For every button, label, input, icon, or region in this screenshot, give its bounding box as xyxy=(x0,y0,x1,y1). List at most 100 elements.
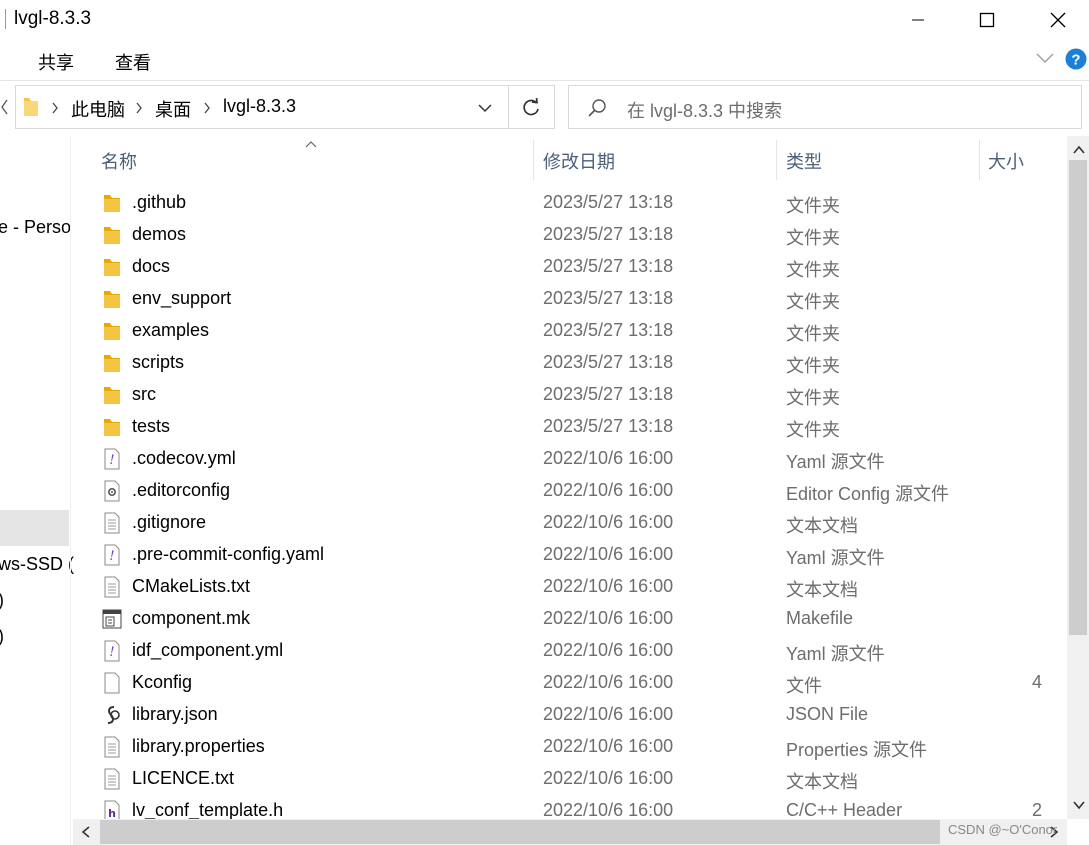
folder-icon xyxy=(102,416,122,438)
svg-text:!: ! xyxy=(109,645,114,660)
search-input[interactable]: 在 lvgl-8.3.3 中搜索 xyxy=(627,97,782,123)
tab-share[interactable]: 共享 xyxy=(38,49,74,75)
file-date-modified: 2022/10/6 16:00 xyxy=(543,640,674,660)
horizontal-scroll-thumb[interactable] xyxy=(100,820,940,844)
nav-item-onedrive[interactable]: e - Perso xyxy=(0,217,71,238)
file-list[interactable]: 名称 修改日期 类型 大小 .github 2023/5/27 13:18 文件夹 d… xyxy=(72,136,1067,819)
file-row[interactable]: Kconfig 2022/10/6 16:00 文件 4 xyxy=(72,667,1067,699)
nav-divider xyxy=(70,136,71,845)
file-row[interactable]: h lv_conf_template.h 2022/10/6 16:00 C/C++ … xyxy=(72,795,1067,819)
refresh-button[interactable] xyxy=(520,97,542,124)
file-date-modified: 2022/10/6 16:00 xyxy=(543,544,674,564)
file-row[interactable]: scripts 2023/5/27 13:18 文件夹 xyxy=(72,347,1067,379)
file-date-modified: 2023/5/27 13:18 xyxy=(543,224,674,244)
minimize-icon xyxy=(912,19,924,21)
scroll-up-arrow[interactable] xyxy=(1072,143,1086,161)
scroll-down-arrow[interactable] xyxy=(1072,798,1086,816)
watermark: CSDN @~O'Conor xyxy=(948,822,1058,837)
file-row[interactable]: .gitignore 2022/10/6 16:00 文本文档 xyxy=(72,507,1067,539)
file-type: 文件夹 xyxy=(786,356,840,376)
file-row[interactable]: ! idf_component.yml 2022/10/6 16:00 Yaml 源文… xyxy=(72,635,1067,667)
nav-item-drive-ssd[interactable]: ws-SSD ( xyxy=(0,554,74,575)
breadcrumb-desktop[interactable]: 桌面 xyxy=(155,96,191,122)
chevron-down-icon xyxy=(478,104,492,113)
file-row[interactable]: component.mk 2022/10/6 16:00 Makefile xyxy=(72,603,1067,635)
file-name: .codecov.yml xyxy=(132,448,236,468)
folder-icon xyxy=(102,384,122,406)
file-date-modified: 2022/10/6 16:00 xyxy=(543,768,674,788)
scroll-left-arrow[interactable] xyxy=(80,825,92,844)
column-divider[interactable] xyxy=(533,140,534,180)
file-name: src xyxy=(132,384,156,404)
file-type: C/C++ Header xyxy=(786,800,903,819)
file-date-modified: 2022/10/6 16:00 xyxy=(543,480,674,500)
file-row[interactable]: library.properties 2022/10/6 16:00 Propert… xyxy=(72,731,1067,763)
file-row[interactable]: .editorconfig 2022/10/6 16:00 Editor Confi… xyxy=(72,475,1067,507)
folder-icon xyxy=(102,288,122,310)
file-name: .github xyxy=(132,192,187,212)
tab-view[interactable]: 查看 xyxy=(115,49,151,75)
file-row[interactable]: ! .codecov.yml 2022/10/6 16:00 Yaml 源文件 xyxy=(72,443,1067,475)
file-name: Kconfig xyxy=(132,672,193,692)
file-name: .gitignore xyxy=(132,512,207,532)
yaml-file-icon: ! xyxy=(102,448,122,470)
column-divider[interactable] xyxy=(776,140,777,180)
file-name: env_support xyxy=(132,288,232,308)
file-name: library.json xyxy=(132,704,218,724)
file-type: 文件夹 xyxy=(786,420,840,440)
back-chevron[interactable] xyxy=(0,92,10,127)
file-date-modified: 2022/10/6 16:00 xyxy=(543,672,674,692)
minimize-button[interactable] xyxy=(895,0,941,40)
file-row[interactable]: demos 2023/5/27 13:18 文件夹 xyxy=(72,219,1067,251)
column-divider[interactable] xyxy=(979,140,980,180)
file-row[interactable]: library.json 2022/10/6 16:00 JSON File xyxy=(72,699,1067,731)
chevron-right-icon[interactable] xyxy=(50,100,60,121)
file-date-modified: 2022/10/6 16:00 xyxy=(543,512,674,532)
column-header-date[interactable]: 修改日期 xyxy=(543,148,615,174)
chevron-right-icon[interactable] xyxy=(202,100,212,121)
file-row[interactable]: CMakeLists.txt 2022/10/6 16:00 文本文档 xyxy=(72,571,1067,603)
breadcrumb-current-folder[interactable]: lvgl-8.3.3 xyxy=(223,96,296,117)
help-button[interactable]: ? xyxy=(1065,48,1087,75)
folder-icon xyxy=(102,352,122,374)
file-date-modified: 2022/10/6 16:00 xyxy=(543,800,674,819)
folder-icon xyxy=(102,192,122,214)
file-row[interactable]: src 2023/5/27 13:18 文件夹 xyxy=(72,379,1067,411)
header-file-icon: h xyxy=(102,800,122,819)
svg-text:!: ! xyxy=(109,549,114,564)
chevron-right-icon[interactable] xyxy=(134,100,144,121)
chevron-up-icon xyxy=(1073,145,1085,154)
file-name: CMakeLists.txt xyxy=(132,576,251,596)
ribbon-expand-button[interactable] xyxy=(1035,51,1055,70)
file-row[interactable]: ! .pre-commit-config.yaml 2022/10/6 16:00 Y… xyxy=(72,539,1067,571)
file-row[interactable]: LICENCE.txt 2022/10/6 16:00 文本文档 xyxy=(72,763,1067,795)
close-icon xyxy=(1050,12,1066,28)
maximize-button[interactable] xyxy=(964,0,1010,40)
help-icon: ? xyxy=(1065,48,1087,70)
file-row[interactable]: tests 2023/5/27 13:18 文件夹 xyxy=(72,411,1067,443)
svg-text:?: ? xyxy=(1071,52,1080,69)
nav-selected-item[interactable] xyxy=(0,510,69,546)
folder-icon xyxy=(102,320,122,342)
vertical-scroll-thumb[interactable] xyxy=(1069,160,1087,635)
column-header-type[interactable]: 类型 xyxy=(786,148,822,174)
sort-ascending-icon xyxy=(304,136,318,154)
close-button[interactable] xyxy=(1035,0,1081,40)
nav-item-drive-2[interactable]: ) xyxy=(0,590,4,611)
file-row[interactable]: env_support 2023/5/27 13:18 文件夹 xyxy=(72,283,1067,315)
file-row[interactable]: .github 2023/5/27 13:18 文件夹 xyxy=(72,187,1067,219)
maximize-icon xyxy=(979,12,995,28)
file-date-modified: 2023/5/27 13:18 xyxy=(543,384,674,404)
refresh-icon xyxy=(523,97,539,116)
file-type: Editor Config 源文件 xyxy=(786,484,950,504)
file-row[interactable]: docs 2023/5/27 13:18 文件夹 xyxy=(72,251,1067,283)
address-dropdown-button[interactable] xyxy=(476,100,494,121)
file-row[interactable]: examples 2023/5/27 13:18 文件夹 xyxy=(72,315,1067,347)
file-size: 4 xyxy=(1032,672,1043,692)
svg-text:h: h xyxy=(108,807,116,819)
column-header-size[interactable]: 大小 xyxy=(988,148,1024,174)
file-name: examples xyxy=(132,320,210,340)
column-header-name[interactable]: 名称 xyxy=(101,148,137,174)
nav-item-drive-3[interactable]: ) xyxy=(0,626,4,647)
breadcrumb-this-pc[interactable]: 此电脑 xyxy=(71,96,125,122)
